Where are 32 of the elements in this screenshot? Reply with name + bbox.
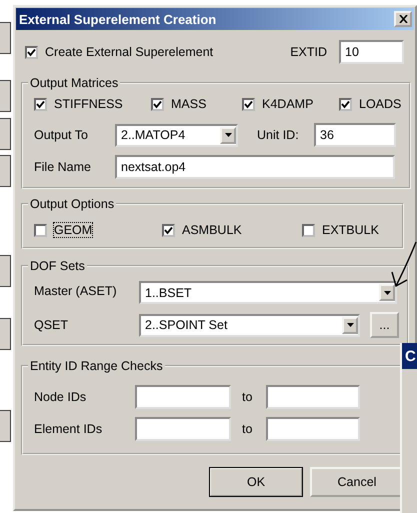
window-title: C (405, 348, 416, 364)
qset-dropdown[interactable]: 2..SPOINT Set (139, 314, 360, 336)
master-dropdown[interactable]: 1..BSET (139, 281, 397, 304)
unit-id-label: Unit ID: (257, 128, 300, 142)
output-to-label: Output To (34, 128, 89, 142)
to-label: to (242, 390, 254, 404)
range-label: Element IDs (34, 422, 104, 436)
extid-field[interactable]: 10 (339, 40, 404, 64)
checkbox-label: EXTBULK (322, 223, 379, 237)
group-title: Output Options (29, 197, 116, 211)
qset-label: QSET (34, 318, 70, 332)
to-label: to (242, 422, 254, 436)
window-title: External Superelement Creation (19, 12, 218, 26)
group-title: DOF Sets (29, 259, 86, 273)
unit-id-field[interactable]: 36 (314, 123, 396, 147)
file-name-field[interactable]: nextsat.op4 (115, 155, 395, 179)
checkbox-label: ASMBULK (182, 223, 242, 237)
output-to-dropdown[interactable]: 2..MATOP4 (115, 124, 238, 146)
checkbox-label: Create External Superelement (45, 45, 214, 59)
checkbox-label: K4DAMP (262, 97, 314, 111)
checkbox-label: LOADS (359, 97, 402, 111)
extid-label: EXTID (290, 45, 327, 59)
checkbox-label: STIFFNESS (54, 97, 123, 111)
checkbox-label: GEOM (54, 223, 92, 237)
master-label: Master (ASET) (34, 284, 118, 298)
ok-button[interactable]: OK (209, 467, 303, 497)
group-title: Entity ID Range Checks (29, 359, 164, 373)
browse-button[interactable]: ... (370, 312, 399, 338)
range-label: Node IDs (34, 390, 88, 404)
file-name-label: File Name (34, 160, 92, 174)
checkbox-label: MASS (171, 97, 206, 111)
group-title: Output Matrices (29, 76, 120, 90)
